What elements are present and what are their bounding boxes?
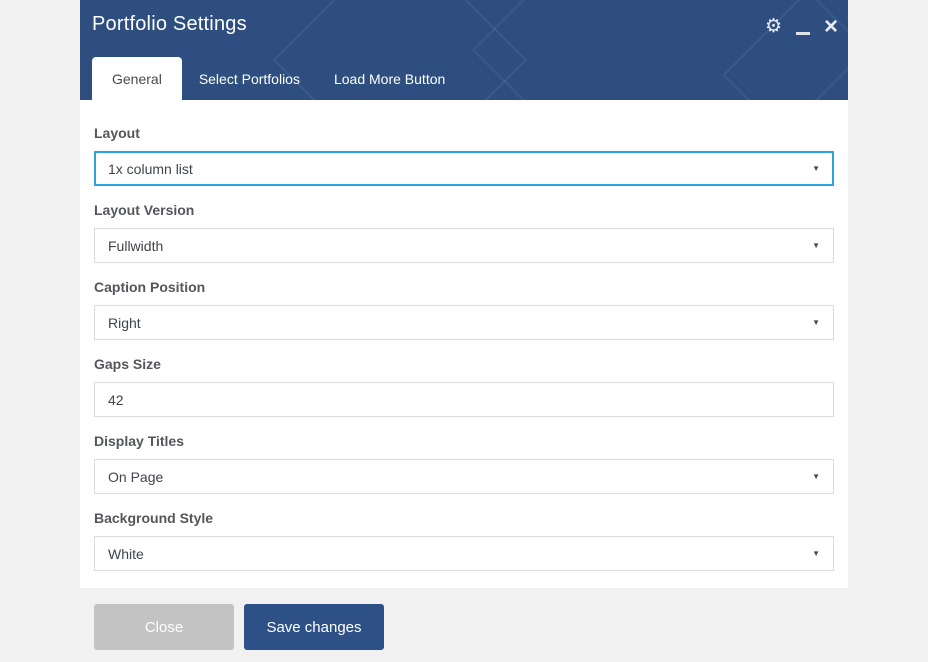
close-icon[interactable]: × [824, 17, 838, 37]
chevron-down-icon: ▼ [812, 472, 820, 481]
tab-general[interactable]: General [92, 57, 182, 100]
tab-bar: General Select Portfolios Load More Butt… [92, 57, 462, 100]
chevron-down-icon: ▼ [812, 549, 820, 558]
field-label: Display Titles [94, 433, 834, 450]
select-value: Fullwidth [108, 238, 163, 254]
select-value: Right [108, 315, 141, 331]
field-caption-position: Caption Position Right ▼ [94, 279, 834, 340]
select-value: White [108, 546, 144, 562]
tab-select-portfolios[interactable]: Select Portfolios [182, 57, 317, 100]
layout-select[interactable]: 1x column list ▼ [94, 151, 834, 186]
select-value: On Page [108, 469, 163, 485]
chevron-down-icon: ▼ [812, 164, 820, 173]
minimize-icon[interactable] [796, 32, 810, 35]
field-label: Background Style [94, 510, 834, 527]
field-layout-version: Layout Version Fullwidth ▼ [94, 202, 834, 263]
gaps-size-input[interactable] [94, 382, 834, 417]
field-gaps-size: Gaps Size [94, 356, 834, 417]
modal-footer: Close Save changes [94, 604, 384, 650]
portfolio-settings-modal: Portfolio Settings ⚙ × General Select Po… [80, 0, 848, 588]
modal-body: Layout 1x column list ▼ Layout Version F… [80, 100, 848, 588]
close-button[interactable]: Close [94, 604, 234, 650]
field-label: Gaps Size [94, 356, 834, 373]
gear-icon[interactable]: ⚙ [765, 16, 782, 38]
save-changes-button[interactable]: Save changes [244, 604, 384, 650]
field-display-titles: Display Titles On Page ▼ [94, 433, 834, 494]
field-background-style: Background Style White ▼ [94, 510, 834, 571]
chevron-down-icon: ▼ [812, 318, 820, 327]
select-value: 1x column list [108, 161, 193, 177]
background-style-select[interactable]: White ▼ [94, 536, 834, 571]
modal-title: Portfolio Settings [92, 13, 247, 36]
modal-header: Portfolio Settings ⚙ × General Select Po… [80, 0, 848, 100]
caption-position-select[interactable]: Right ▼ [94, 305, 834, 340]
layout-version-select[interactable]: Fullwidth ▼ [94, 228, 834, 263]
field-layout: Layout 1x column list ▼ [94, 125, 834, 186]
field-label: Caption Position [94, 279, 834, 296]
page: Portfolio Settings ⚙ × General Select Po… [0, 0, 928, 662]
display-titles-select[interactable]: On Page ▼ [94, 459, 834, 494]
tab-load-more-button[interactable]: Load More Button [317, 57, 462, 100]
chevron-down-icon: ▼ [812, 241, 820, 250]
field-label: Layout [94, 125, 834, 142]
field-label: Layout Version [94, 202, 834, 219]
window-controls: ⚙ × [765, 16, 838, 38]
